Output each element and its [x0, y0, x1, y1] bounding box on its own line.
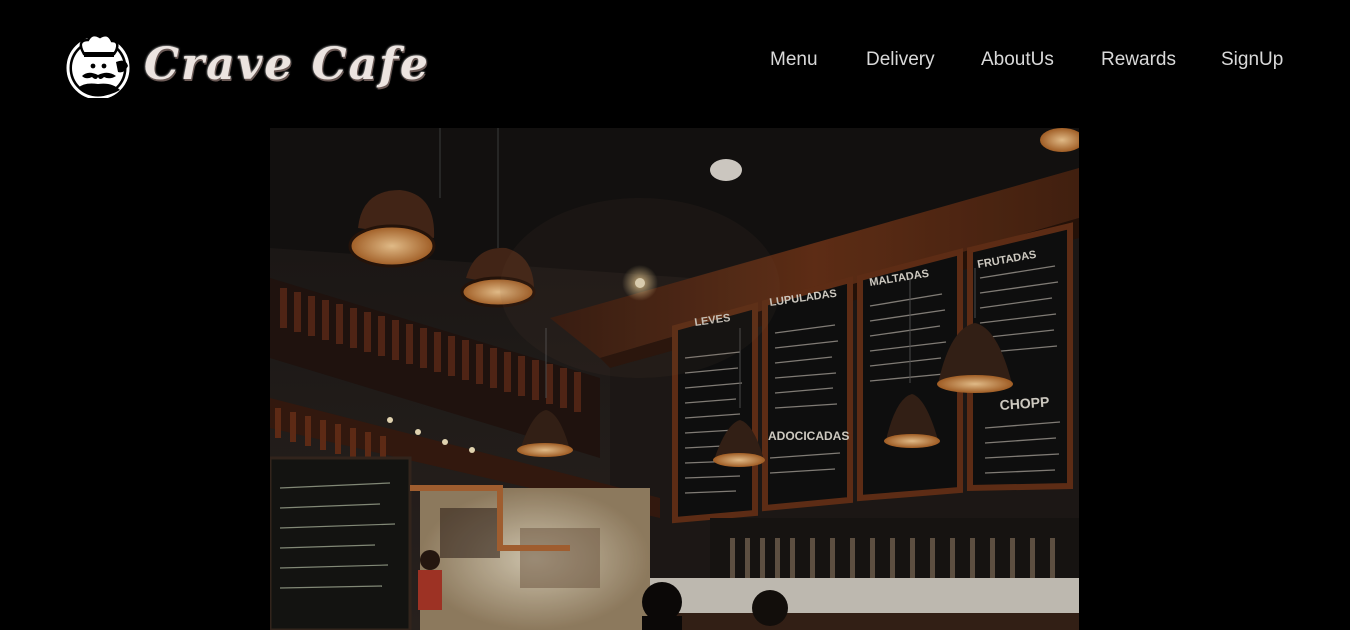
- cafe-interior-photo: LEVES LUPULADAS MALTADAS FRUTADAS ADOCIC…: [270, 128, 1079, 630]
- hero-image: LEVES LUPULADAS MALTADAS FRUTADAS ADOCIC…: [270, 128, 1079, 630]
- nav-item-aboutus[interactable]: AboutUs: [981, 46, 1054, 74]
- nav-item-rewards[interactable]: Rewards: [1101, 46, 1176, 74]
- nav-item-delivery[interactable]: Delivery: [866, 46, 935, 74]
- nav-item-menu[interactable]: Menu: [770, 46, 818, 74]
- nav-item-signup[interactable]: SignUp: [1221, 46, 1283, 74]
- main-nav: Menu Delivery AboutUs Rewards SignUp: [0, 46, 1350, 76]
- site-header: Crave Cafe Menu Delivery AboutUs Rewards…: [0, 0, 1350, 128]
